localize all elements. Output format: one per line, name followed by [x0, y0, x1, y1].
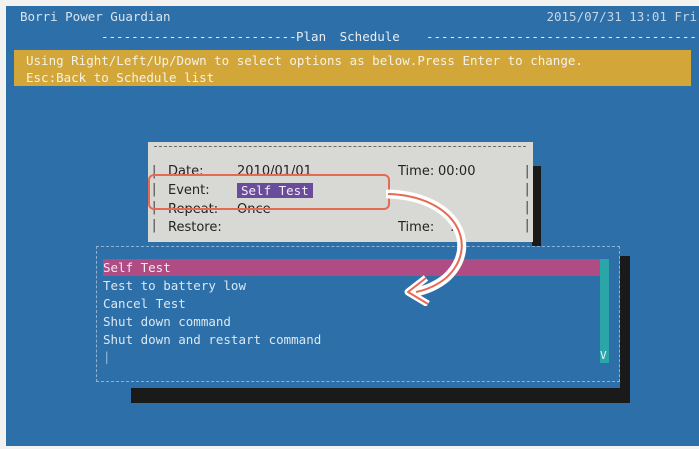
list-item-label: Self Test: [103, 260, 171, 275]
dialog-right-border: |: [525, 218, 530, 233]
page-title: Plan Schedule: [296, 29, 400, 44]
list-scrollbar[interactable]: [600, 259, 609, 363]
datetime-display: 2015/07/31 13:01 Fri: [546, 9, 697, 24]
list-item-label: Shut down and restart command: [103, 332, 322, 347]
list-shadow: [620, 256, 630, 396]
list-item-label: Cancel Test: [103, 296, 186, 311]
restore-label: Restore:: [168, 220, 222, 235]
list-item-cancel-test[interactable]: Cancel Test: [103, 295, 186, 312]
time-field[interactable]: 00:00: [438, 164, 475, 179]
dialog-top-border: [154, 146, 526, 147]
instruction-line-1: Using Right/Left/Up/Down to select optio…: [26, 53, 583, 68]
list-item-label: Test to battery low: [103, 278, 246, 293]
dialog-right-border: |: [525, 200, 530, 215]
list-item-test-battery-low[interactable]: Test to battery low: [103, 277, 246, 294]
dialog-left-border: |: [152, 218, 157, 233]
terminal-screen: Borri Power Guardian 2015/07/31 13:01 Fr…: [6, 6, 699, 446]
list-item-self-test[interactable]: Self Test: [103, 259, 603, 276]
header-divider-left: --------------------------: [101, 29, 297, 44]
list-item-shut-down[interactable]: Shut down command: [103, 313, 231, 330]
list-shadow: [131, 388, 630, 403]
instruction-bar: Using Right/Left/Up/Down to select optio…: [14, 50, 691, 86]
time-label: Time:: [398, 164, 435, 179]
app-title: Borri Power Guardian: [20, 9, 171, 24]
event-highlight-annotation: [148, 174, 390, 210]
list-item-label: Shut down command: [103, 314, 231, 329]
curved-arrow-icon: [386, 189, 467, 306]
list-item-shut-down-restart[interactable]: Shut down and restart command: [103, 331, 321, 348]
dialog-right-border: |: [525, 164, 530, 179]
dialog-right-border: |: [525, 182, 530, 197]
scroll-down-icon[interactable]: V: [600, 349, 607, 362]
header-divider-right: -------------------------------------: [426, 29, 699, 44]
dialog-shadow: [532, 166, 541, 248]
list-left-border: |: [103, 349, 111, 364]
instruction-line-2: Esc:Back to Schedule list: [26, 70, 215, 85]
event-options-list: Self Test Test to battery low Cancel Tes…: [96, 246, 620, 382]
